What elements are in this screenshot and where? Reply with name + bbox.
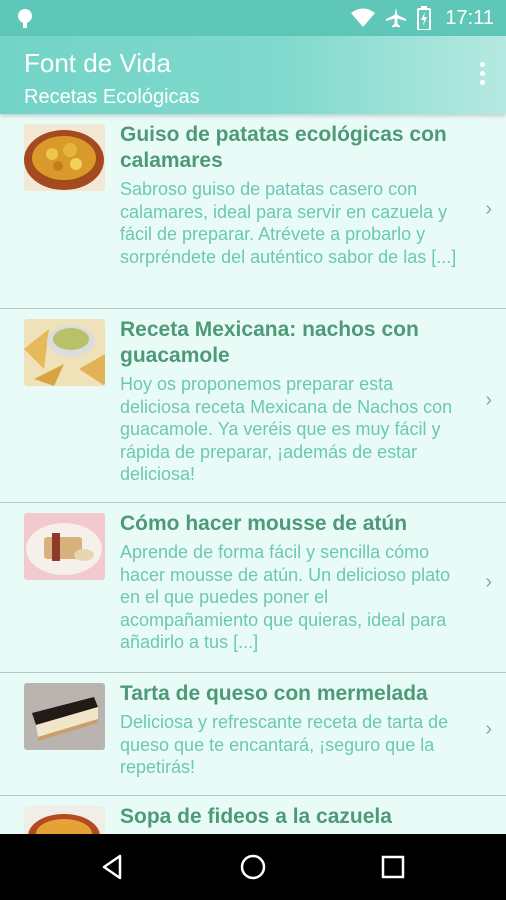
recipe-row[interactable]: Receta Mexicana: nachos con guacamole Ho… [0,309,506,503]
airplane-icon [386,8,407,28]
app-bar: Font de Vida Recetas Ecológicas [0,36,506,114]
app-title: Font de Vida [24,48,171,78]
chevron-right-icon: › [485,389,492,411]
recipe-text: Tarta de queso con mermelada Deliciosa y… [120,681,462,779]
chevron-right-icon: › [485,571,492,593]
recipe-title: Tarta de queso con mermelada [120,682,428,705]
status-bar: 17:11 [0,0,506,36]
android-icon [18,9,32,28]
navigation-bar [0,834,506,900]
recents-icon[interactable] [378,852,408,882]
recipe-text: Sopa de fideos a la cazuela [120,804,462,830]
tuna-mousse-image [24,513,105,580]
recipe-row[interactable]: Sopa de fideos a la cazuela [0,796,506,834]
chevron-right-icon: › [485,198,492,220]
recipe-title: Receta Mexicana: nachos con guacamole [120,318,419,367]
recipe-description: Sabroso guiso de patatas casero con cala… [120,179,457,267]
home-icon[interactable] [238,852,268,882]
recipe-description: Aprende de forma fácil y sencilla cómo h… [120,542,451,652]
wifi-icon [351,8,376,27]
app-subtitle: Recetas Ecológicas [24,86,200,108]
recipe-row[interactable]: Tarta de queso con mermelada Deliciosa y… [0,673,506,796]
noodle-soup-image [24,806,105,834]
recipe-text: Guiso de patatas ecológicas con calamare… [120,122,462,268]
recipe-list[interactable]: Guiso de patatas ecológicas con calamare… [0,114,506,834]
recipe-text: Cómo hacer mousse de atún Aprende de for… [120,511,462,654]
recipe-row[interactable]: Cómo hacer mousse de atún Aprende de for… [0,503,506,673]
chevron-right-icon: › [485,718,492,740]
recipe-row[interactable]: Guiso de patatas ecológicas con calamare… [0,114,506,309]
recipe-title: Cómo hacer mousse de atún [120,512,408,535]
nachos-image [24,319,105,386]
recipe-title: Guiso de patatas ecológicas con calamare… [120,123,447,172]
cheesecake-image [24,683,105,750]
back-icon[interactable] [98,852,128,882]
recipe-description: Deliciosa y refrescante receta de tarta … [120,712,449,777]
status-time: 17:11 [445,6,494,29]
overflow-menu-icon[interactable] [478,62,486,90]
battery-charging-icon [417,6,432,30]
recipe-text: Receta Mexicana: nachos con guacamole Ho… [120,317,462,486]
recipe-title: Sopa de fideos a la cazuela [120,805,392,828]
recipe-description: Hoy os proponemos preparar esta delicios… [120,374,453,484]
potato-stew-image [24,124,105,191]
